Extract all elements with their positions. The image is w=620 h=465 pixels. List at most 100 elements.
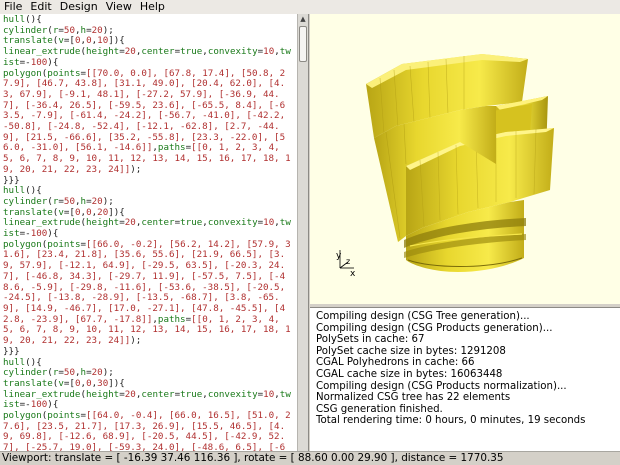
code-token: 10 [97,35,109,47]
rendered-model[interactable]: y x z [310,14,620,304]
code-token: 50 [63,367,75,379]
code-token: hull [3,185,26,197]
code-token: 30 [97,377,109,389]
code-token: =- [19,228,31,240]
scroll-up-arrow-icon[interactable]: ▲ [298,14,308,24]
code-token: 10 [263,217,275,229]
console-line: Compiling design (CSG Products generatio… [316,322,553,334]
code-token: points [47,238,81,250]
code-token: height [86,217,120,229]
code-token: 20 [91,367,103,379]
code-token: translate [3,206,53,218]
code-token: ); [102,24,114,36]
code-token: }}} [3,345,20,357]
code-token: 20 [124,217,136,229]
code-token: polygon [3,238,42,250]
code-token: hull [3,356,26,368]
code-token: polygon [3,67,42,79]
code-token: ){ [47,399,59,411]
menu-view[interactable]: View [102,0,136,14]
code-line: linear_extrude(height=20,center=true,con… [3,46,295,68]
code-token: (){ [25,14,42,25]
code-token: }}} [3,174,20,186]
3d-viewport[interactable]: y x z [310,14,620,304]
code-token: center [141,46,175,58]
code-token: 10 [263,46,275,58]
code-token: ); [102,367,114,379]
code-token: 20 [91,24,103,36]
console-line: Total rendering time: 0 hours, 0 minutes… [316,415,586,427]
code-token: linear_extrude [3,388,81,400]
code-token: hull [3,14,26,25]
code-token: ); [130,163,142,175]
axis-label-y: y [336,251,342,261]
code-token: center [141,388,175,400]
axis-label-x: x [350,269,356,279]
console-line: Compiling design (CSG Products normaliza… [316,380,567,392]
code-token: center [141,217,175,229]
code-token: linear_extrude [3,217,81,229]
code-token: points [47,67,81,79]
code-token: 20 [124,46,136,58]
editor-scrollbar[interactable]: ▲ [297,14,308,451]
console-line: CGAL cache size in bytes: 16063448 [316,368,503,380]
code-editor-text[interactable]: hull(){cylinder(r=50,h=20); translate(v=[… [3,14,295,451]
code-token: 20 [91,195,103,207]
code-token: convexity [207,46,258,58]
code-token: true [180,46,203,58]
code-token: linear_extrude [3,46,81,58]
console-line: CSG generation finished. [316,403,443,415]
code-token: translate [3,377,53,389]
console-line: PolySet cache size in bytes: 1291208 [316,345,506,357]
menu-edit[interactable]: Edit [26,0,55,14]
code-line: linear_extrude(height=20,center=true,con… [3,388,295,411]
code-token: cylinder [3,195,48,207]
menu-help[interactable]: Help [136,0,169,14]
code-token: 50 [63,24,75,36]
console-output: Compiling design (CSG Tree generation)..… [310,311,585,427]
code-token: ); [130,335,142,347]
code-token: convexity [207,388,258,400]
code-token: 100 [30,399,48,411]
code-token: 20 [97,206,109,218]
code-token: ){ [47,228,59,240]
code-token: =[ [63,35,75,47]
code-line: }}} [3,345,295,358]
code-token: points [47,410,81,422]
editor-scrollbar-thumb[interactable] [299,26,307,62]
code-token: 50 [63,195,75,207]
code-editor[interactable]: hull(){cylinder(r=50,h=20); translate(v=[… [0,14,309,451]
code-token: paths [157,142,186,154]
console-line: PolySets in cache: 67 [316,334,425,346]
code-token: true [180,388,203,400]
code-token: ]){ [108,377,125,389]
code-token: (){ [25,185,42,197]
code-line: polygon(points=[[66.0, -0.2], [56.2, 14.… [3,238,295,347]
code-token: cylinder [3,367,48,379]
console-line: Normalized CSG tree has 22 elements [316,392,511,404]
code-token: =[ [63,377,75,389]
code-token: height [86,46,120,58]
code-line: polygon(points=[[70.0, 0.0], [67.8, 17.4… [3,67,295,176]
menu-file[interactable]: File [0,0,26,14]
code-token: cylinder [3,24,48,36]
code-token: 100 [30,228,48,240]
code-token: ]){ [108,206,125,218]
code-token: true [180,217,203,229]
code-line: linear_extrude(height=20,center=true,con… [3,218,295,239]
code-token: 20 [124,388,136,400]
axis-label-z: z [346,257,350,266]
code-token: polygon [3,410,42,422]
menu-design[interactable]: Design [56,0,102,14]
code-token: ){ [47,56,59,68]
code-token: [[70.0, 0.0], [67.8, 17.4], [50.8, 27.9]… [3,67,291,154]
console-panel: Compiling design (CSG Tree generation)..… [310,307,620,451]
code-line: }}} [3,174,295,187]
code-token: translate [3,35,53,47]
console-line: CGAL Polyhedrons in cache: 66 [316,357,475,369]
code-token: ]){ [108,35,125,47]
code-token: convexity [207,217,258,229]
code-token: [[66.0, -0.2], [56.2, 14.2], [57.9, 31.6… [3,238,291,325]
code-token: 100 [30,56,48,68]
code-token: height [86,388,120,400]
